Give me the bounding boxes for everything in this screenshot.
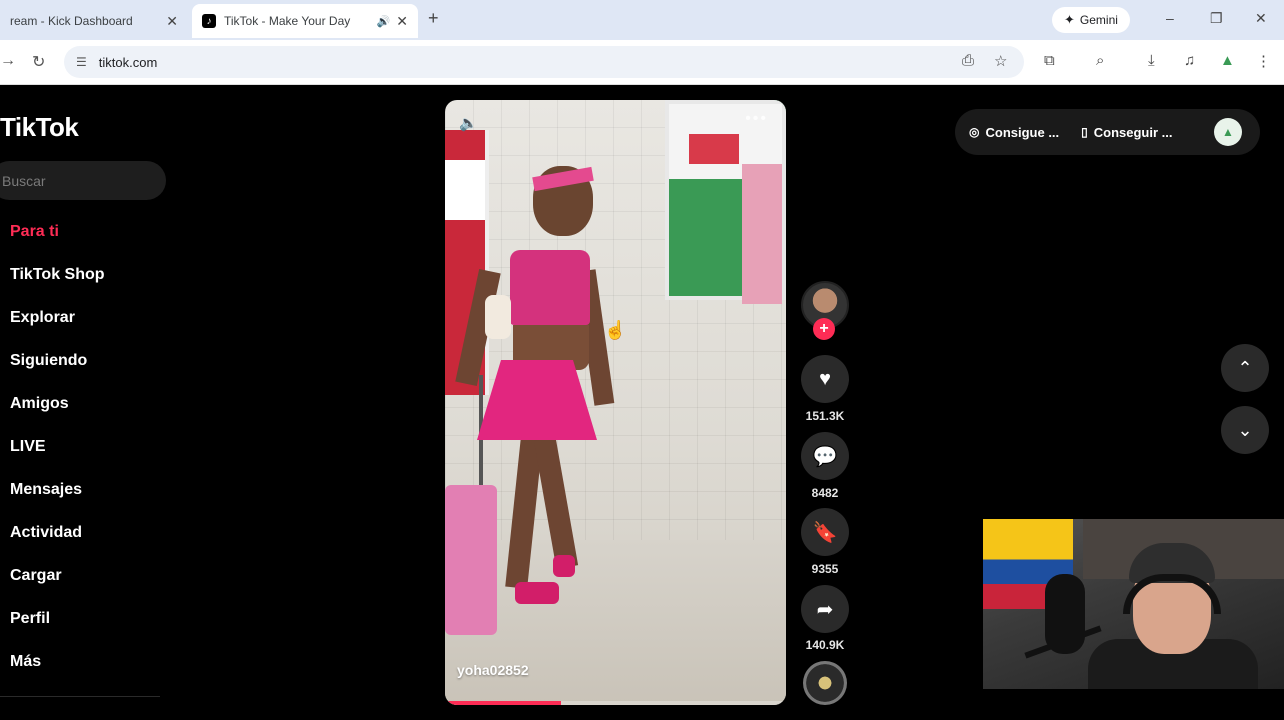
tab-tiktok[interactable]: ♪ TikTok - Make Your Day 🔊 ✕ bbox=[192, 4, 418, 38]
save-button[interactable]: 🔖 bbox=[801, 508, 849, 556]
user-avatar[interactable]: ▲ bbox=[1214, 118, 1242, 146]
share-arrow-icon: ➦ bbox=[816, 598, 834, 621]
top-right-actions: ◎ Consigue ... ▯ Conseguir ... ▲ bbox=[955, 109, 1260, 155]
video-username[interactable]: yoha02852 bbox=[457, 662, 529, 678]
pink-heel bbox=[515, 582, 559, 604]
sidebar-divider bbox=[0, 696, 160, 697]
url-text: tiktok.com bbox=[98, 54, 158, 70]
gemini-sparkle-icon: ✦ bbox=[1064, 12, 1075, 27]
more-options-icon[interactable]: ••• bbox=[745, 110, 768, 128]
sidebar-item-amigos[interactable]: Amigos bbox=[10, 390, 105, 433]
audio-playing-icon[interactable]: 🔊 bbox=[377, 15, 391, 28]
minimize-button[interactable]: – bbox=[1166, 10, 1174, 26]
chevron-up-icon: ⌃ bbox=[1237, 357, 1253, 378]
sidebar-item-explorar[interactable]: Explorar bbox=[10, 304, 105, 347]
pink-top bbox=[510, 250, 590, 325]
hand-cursor-icon: ☝ bbox=[604, 320, 627, 340]
new-tab-button[interactable]: + bbox=[428, 8, 439, 29]
close-tab-icon[interactable]: ✕ bbox=[396, 13, 408, 30]
chevron-down-icon: ⌄ bbox=[1237, 419, 1253, 440]
white-bag bbox=[485, 295, 511, 339]
like-button[interactable]: ♥ bbox=[801, 355, 849, 403]
download-icon[interactable]: ⤓ bbox=[1148, 52, 1155, 69]
share-button[interactable]: ➦ bbox=[801, 585, 849, 633]
previous-video-button[interactable]: ⌃ bbox=[1221, 344, 1269, 392]
tiktok-logo[interactable]: TikTok bbox=[0, 112, 79, 143]
share-count: 140.9K bbox=[805, 638, 845, 652]
volume-icon[interactable]: 🔈 bbox=[459, 114, 478, 132]
search-placeholder: Buscar bbox=[2, 172, 46, 189]
bookmark-icon: 🔖 bbox=[812, 521, 838, 544]
video-progress-fill bbox=[445, 701, 561, 705]
tiktok-favicon-icon: ♪ bbox=[202, 14, 216, 28]
site-settings-icon[interactable]: ☰ bbox=[76, 55, 87, 69]
install-app-icon[interactable]: ⎙ bbox=[962, 52, 974, 69]
profile-icon[interactable]: ▲ bbox=[1220, 52, 1235, 69]
gemini-button[interactable]: ✦ Gemini bbox=[1052, 7, 1130, 33]
browser-tab-bar: ream - Kick Dashboard ✕ ♪ TikTok - Make … bbox=[0, 0, 1284, 40]
video-player[interactable]: 🔈 ••• yoha02852 bbox=[445, 100, 786, 705]
save-count: 9355 bbox=[811, 562, 839, 576]
comment-button[interactable]: 💬 bbox=[801, 432, 849, 480]
close-window-button[interactable]: ✕ bbox=[1255, 10, 1267, 27]
next-video-button[interactable]: ⌄ bbox=[1221, 406, 1269, 454]
microphone bbox=[1045, 574, 1085, 654]
sidebar-nav: Para ti TikTok Shop Explorar Siguiendo A… bbox=[10, 218, 105, 691]
reload-icon[interactable]: ↻ bbox=[32, 52, 45, 72]
address-bar[interactable]: ☰ tiktok.com bbox=[64, 46, 1024, 78]
get-coins-button[interactable]: ◎ Consigue ... bbox=[969, 125, 1059, 140]
extensions-icon[interactable]: ⧉ bbox=[1044, 52, 1055, 69]
get-coins-label: Consigue ... bbox=[985, 124, 1060, 140]
webcam-overlay bbox=[983, 519, 1284, 689]
pink-heel bbox=[553, 555, 575, 577]
comment-bubble-icon: 💬 bbox=[812, 445, 838, 468]
tab-title: ream - Kick Dashboard bbox=[10, 14, 133, 28]
sidebar-item-para-ti[interactable]: Para ti bbox=[10, 218, 105, 261]
browser-toolbar: → ↻ ☰ tiktok.com ⎙ ☆ ⧉ ⌕ ⤓ ♫ ▲ ⋮ bbox=[0, 40, 1284, 85]
get-app-label: Conseguir ... bbox=[1093, 124, 1173, 140]
get-app-button[interactable]: ▯ Conseguir ... bbox=[1081, 125, 1172, 140]
pink-suitcase bbox=[445, 485, 497, 635]
gemini-label: Gemini bbox=[1079, 13, 1118, 27]
like-count: 151.3K bbox=[805, 409, 845, 423]
sidebar-item-perfil[interactable]: Perfil bbox=[10, 605, 105, 648]
phone-icon: ▯ bbox=[1081, 125, 1088, 139]
close-tab-icon[interactable]: ✕ bbox=[166, 13, 178, 30]
menu-kebab-icon[interactable]: ⋮ bbox=[1256, 52, 1271, 70]
restore-button[interactable]: ❐ bbox=[1210, 10, 1223, 27]
forward-arrow-icon[interactable]: → bbox=[0, 52, 16, 70]
tab-title: TikTok - Make Your Day bbox=[224, 14, 351, 28]
search-input[interactable]: Buscar bbox=[0, 161, 166, 200]
coin-icon: ◎ bbox=[969, 125, 980, 139]
sidebar-item-mensajes[interactable]: Mensajes bbox=[10, 476, 105, 519]
sidebar-item-mas[interactable]: Más bbox=[10, 648, 105, 691]
heart-icon: ♥ bbox=[819, 367, 831, 390]
media-control-icon[interactable]: ♫ bbox=[1184, 52, 1195, 69]
tab-kick-dashboard[interactable]: ream - Kick Dashboard ✕ bbox=[0, 4, 188, 38]
music-disc-icon[interactable] bbox=[803, 661, 847, 705]
video-progress-bar[interactable] bbox=[445, 701, 786, 705]
tab-search-icon[interactable]: ⌕ bbox=[1096, 52, 1104, 69]
sidebar-item-cargar[interactable]: Cargar bbox=[10, 562, 105, 605]
comment-count: 8482 bbox=[811, 486, 839, 500]
wall-sign-right bbox=[665, 100, 786, 304]
bookmark-star-icon[interactable]: ☆ bbox=[994, 52, 1007, 70]
follow-plus-icon[interactable]: + bbox=[813, 318, 835, 340]
sidebar-item-siguiendo[interactable]: Siguiendo bbox=[10, 347, 105, 390]
sidebar-item-live[interactable]: LIVE bbox=[10, 433, 105, 476]
sidebar-item-tiktok-shop[interactable]: TikTok Shop bbox=[10, 261, 105, 304]
sidebar-item-actividad[interactable]: Actividad bbox=[10, 519, 105, 562]
